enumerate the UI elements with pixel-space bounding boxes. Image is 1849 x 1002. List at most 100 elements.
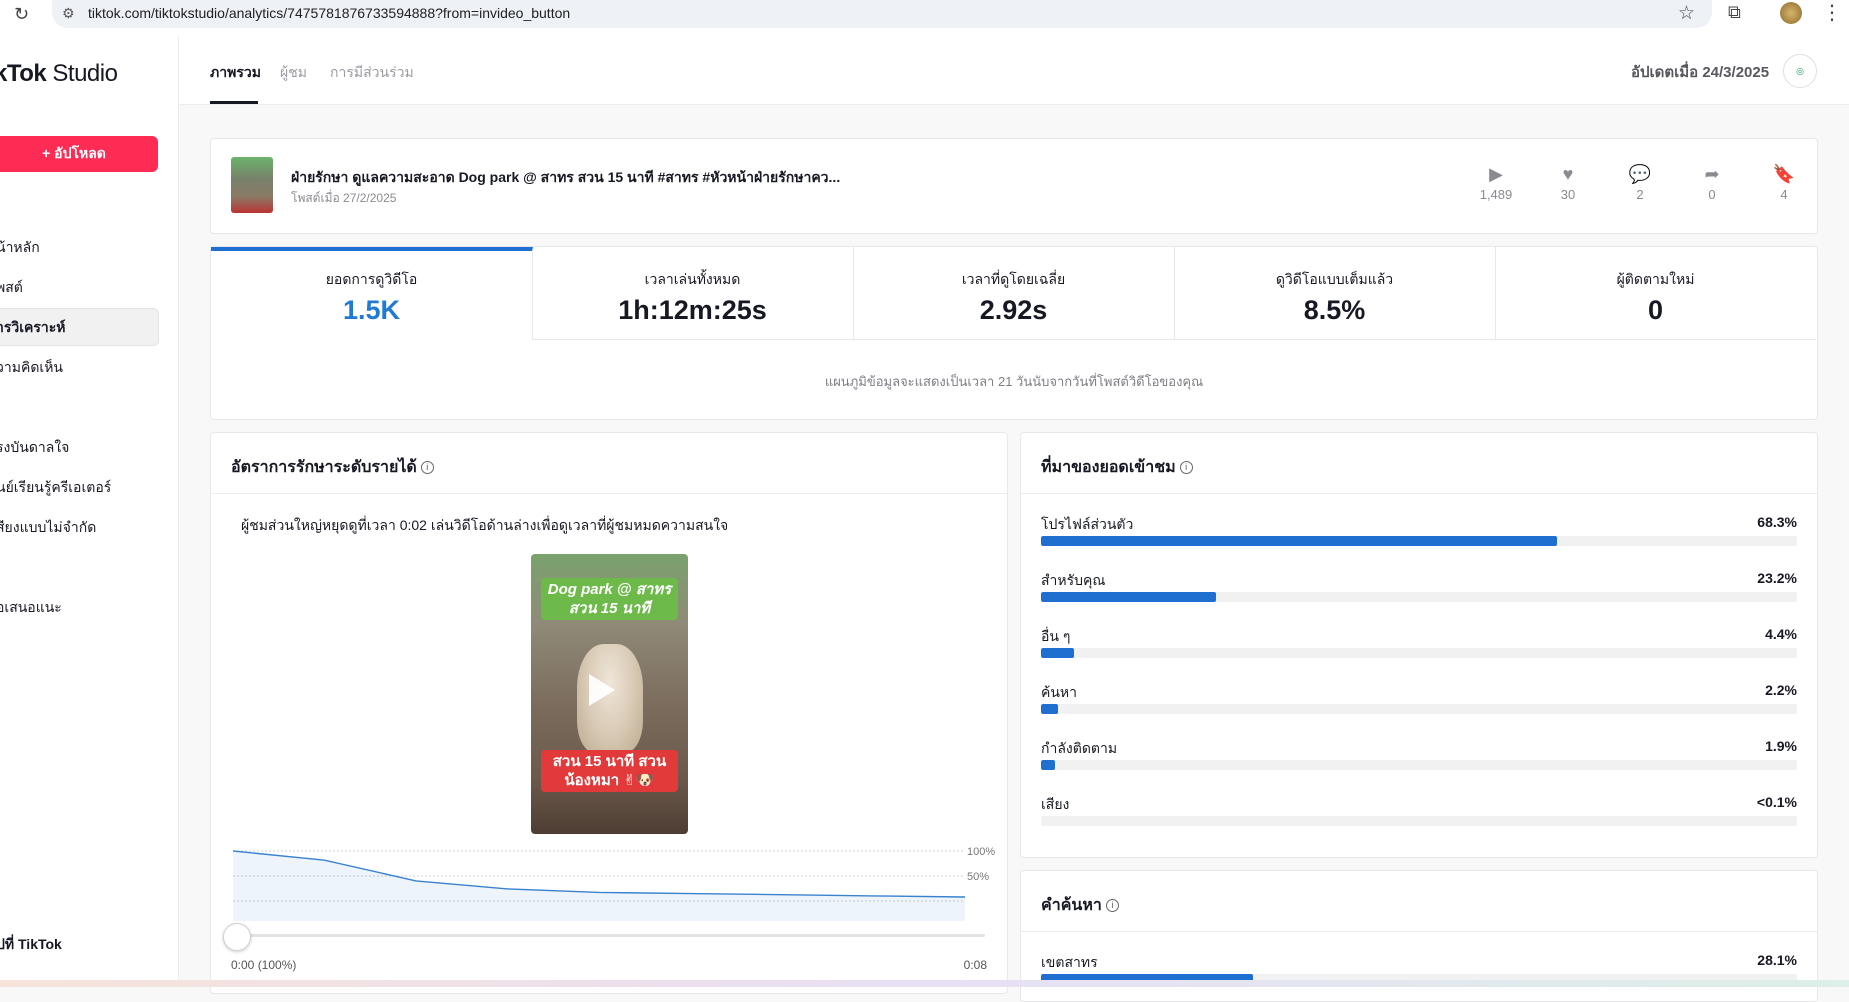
metric-total-play-time[interactable]: เวลาเล่นทั้งหมด 1h:12m:25s <box>532 247 854 340</box>
traffic-source-bar-track <box>1041 760 1797 770</box>
metrics-note: แผนภูมิข้อมูลจะแสดงเป็นเวลา 21 วันนับจาก… <box>824 374 1204 389</box>
traffic-title-text: ที่มาของยอดเข้าชม <box>1041 459 1176 476</box>
playback-slider-track[interactable] <box>233 934 985 937</box>
traffic-source-percent: 68.3% <box>1757 514 1797 530</box>
metric-new-followers[interactable]: ผู้ติดตามใหม่ 0 <box>1495 247 1816 340</box>
play-icon: ▶ <box>1489 164 1503 184</box>
metric-label: เวลาเล่นทั้งหมด <box>644 271 741 287</box>
search-terms-title-text: คำค้นหา <box>1041 897 1102 914</box>
retention-chart: 100% 50% <box>233 846 995 921</box>
upload-button[interactable]: + อัปโหลด <box>0 136 158 172</box>
traffic-source-bar-fill <box>1041 760 1056 770</box>
info-icon[interactable]: i <box>1179 461 1193 474</box>
sidebar-item-comments[interactable]: วามคิดเห็น <box>0 357 63 379</box>
card-divider <box>211 493 1007 494</box>
plays-count: 1,489 <box>1479 187 1513 202</box>
playback-slider-handle[interactable] <box>223 923 251 951</box>
traffic-source-percent: 2.2% <box>1765 682 1797 698</box>
search-term-name: เขตสาทร <box>1041 954 1098 970</box>
last-updated-text: อัปเดตเมื่อ 24/3/2025 <box>1631 64 1770 81</box>
search-terms-title: คำค้นหา i <box>1041 893 1119 918</box>
time-start-label: 0:00 (100%) <box>231 958 297 972</box>
play-icon[interactable] <box>589 674 615 706</box>
metric-label: ดูวิดีโอแบบเต็มแล้ว <box>1275 271 1394 287</box>
traffic-source-card: ที่มาของยอดเข้าชม i โปรไฟล์ส่วนตัว 68.3% สำ… <box>1020 432 1818 858</box>
likes-stat: ♥ 30 <box>1538 163 1598 202</box>
preview-bottom-caption: สวน 15 นาที สวนน้องหมา ✌🐶 <box>541 750 678 792</box>
chart-y-tick-label: 100% <box>967 846 995 858</box>
traffic-source-bar-track <box>1041 592 1797 602</box>
metric-watched-full-video[interactable]: ดูวิดีโอแบบเต็มแล้ว 8.5% <box>1174 247 1496 340</box>
browser-toolbar: ↻ ⚙ tiktok.com/tiktokstudio/analytics/74… <box>0 0 1849 37</box>
bookmark-icon: 🔖 <box>1772 164 1796 184</box>
sidebar-item-unlimited-sounds[interactable]: สียงแบบไม่จำกัด <box>0 517 96 539</box>
traffic-source-percent: 4.4% <box>1765 626 1797 642</box>
site-settings-icon[interactable]: ⚙ <box>62 5 75 22</box>
reload-icon[interactable]: ↻ <box>14 4 29 25</box>
comments-count: 2 <box>1636 187 1644 202</box>
info-icon[interactable]: i <box>420 461 434 474</box>
metric-label: เวลาที่ดูโดยเฉลี่ย <box>961 271 1066 287</box>
metric-value: 1h:12m:25s <box>618 295 767 325</box>
account-avatar[interactable]: ◎ <box>1783 54 1817 88</box>
traffic-source-bar-track <box>1041 648 1797 658</box>
metric-video-views[interactable]: ยอดการดูวิดีโอ 1.5K <box>211 247 533 339</box>
info-icon[interactable]: i <box>1105 899 1119 912</box>
video-thumbnail[interactable] <box>231 157 273 213</box>
tab-viewers[interactable]: ผู้ชม <box>280 62 307 84</box>
metric-average-watch-time[interactable]: เวลาที่ดูโดยเฉลี่ย 2.92s <box>853 247 1175 340</box>
retention-title: อัตราการรักษาระดับรายได้ i <box>231 455 434 480</box>
video-info-card: ฝ่ายรักษา ดูแลความสะอาด Dog park @ สาทร … <box>210 138 1818 234</box>
card-divider <box>1021 931 1817 932</box>
video-posted-date: โพสต์เมื่อ 27/2/2025 <box>291 191 397 205</box>
tab-engagement[interactable]: การมีส่วนร่วม <box>330 62 414 84</box>
logo-brand: kTok <box>0 60 47 87</box>
traffic-source-bar-track <box>1041 536 1797 546</box>
plays-stat: ▶ 1,489 <box>1466 163 1526 202</box>
browser-profile-avatar[interactable] <box>1780 2 1802 24</box>
search-term-percent: 28.1% <box>1757 952 1797 968</box>
saves-stat: 🔖 4 <box>1754 163 1814 202</box>
share-icon: ➦ <box>1704 164 1720 184</box>
tab-overview[interactable]: ภาพรวม <box>210 62 261 84</box>
traffic-source-bar-fill <box>1041 592 1217 602</box>
sidebar-item-home[interactable]: น้าหลัก <box>0 237 40 259</box>
metric-label: ยอดการดูวิดีโอ <box>325 271 418 287</box>
shares-count: 0 <box>1708 187 1716 202</box>
metric-label: ผู้ติดตามใหม่ <box>1616 271 1695 287</box>
preview-top-caption: Dog park @ สาทร สวน 15 นาที <box>541 578 678 620</box>
traffic-source-percent: 1.9% <box>1765 738 1797 754</box>
traffic-source-bar-fill <box>1041 704 1058 714</box>
sidebar-item-creator-academy[interactable]: นย์เรียนรู้ครีเอเตอร์ <box>0 477 111 499</box>
tiktok-studio-logo[interactable]: kTok Studio <box>0 60 118 88</box>
video-title: ฝ่ายรักษา ดูแลความสะอาด Dog park @ สาทร … <box>291 169 841 185</box>
time-end-label: 0:08 <box>963 958 987 972</box>
extensions-icon[interactable]: ⧉ <box>1728 2 1741 23</box>
sidebar-item-feedback[interactable]: อเสนอแนะ <box>0 597 62 619</box>
likes-count: 30 <box>1560 187 1576 202</box>
metric-value: 8.5% <box>1303 295 1366 325</box>
card-divider <box>1021 493 1817 494</box>
sidebar-item-posts[interactable]: พสต์ <box>0 277 23 299</box>
url-text[interactable]: tiktok.com/tiktokstudio/analytics/747578… <box>88 5 570 21</box>
sidebar-item-back-to-tiktok[interactable]: ปที่ TikTok <box>0 934 62 956</box>
sidebar-item-analytics[interactable]: ารวิเคราะห์ <box>0 317 66 339</box>
traffic-source-name: กำลังติดตาม <box>1041 740 1118 756</box>
browser-menu-icon[interactable]: ⋮ <box>1822 0 1842 25</box>
traffic-source-percent: 23.2% <box>1757 570 1797 586</box>
traffic-source-bar-track <box>1041 704 1797 714</box>
bookmark-star-icon[interactable]: ☆ <box>1678 2 1695 25</box>
traffic-title: ที่มาของยอดเข้าชม i <box>1041 455 1193 480</box>
saves-count: 4 <box>1780 187 1788 202</box>
active-tab-indicator <box>210 101 258 104</box>
sidebar: kTok Studio + อัปโหลด น้าหลัก พสต์ ารวิเ… <box>0 36 179 987</box>
traffic-source-bar-fill <box>1041 536 1558 546</box>
retention-note: ผู้ชมส่วนใหญ่หยุดดูที่เวลา 0:02 เล่นวิดี… <box>241 517 729 533</box>
metric-value: 2.92s <box>979 295 1048 325</box>
metric-value: 0 <box>1647 295 1664 325</box>
sidebar-item-inspiration[interactable]: รงบันดาลใจ <box>0 437 69 459</box>
retention-area <box>233 851 965 921</box>
traffic-source-name: อื่น ๆ <box>1041 628 1071 644</box>
video-preview-player[interactable]: Dog park @ สาทร สวน 15 นาที สวน 15 นาที … <box>531 554 688 834</box>
traffic-source-percent: <0.1% <box>1756 794 1797 810</box>
